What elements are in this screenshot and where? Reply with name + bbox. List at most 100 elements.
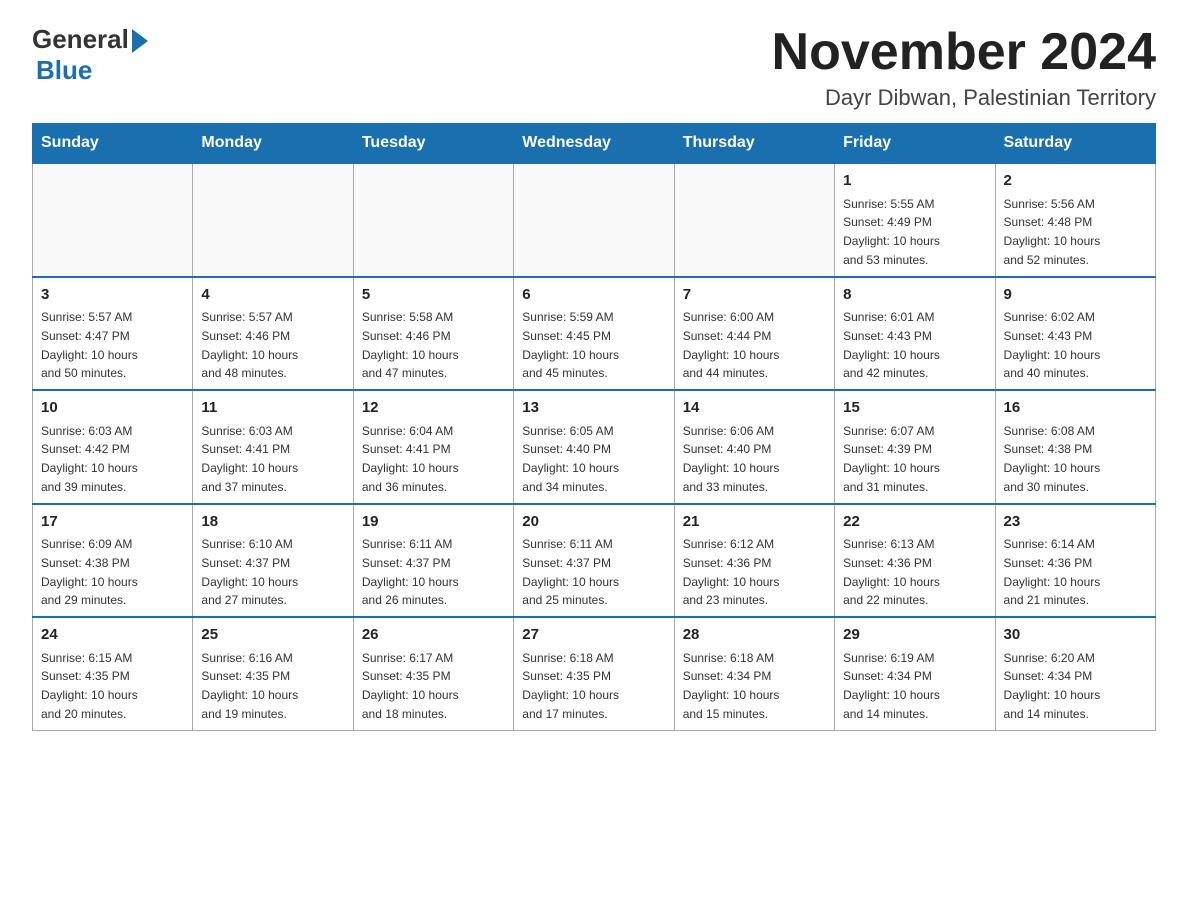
day-number: 17 [41, 511, 184, 534]
day-info: Sunrise: 6:14 AM Sunset: 4:36 PM Dayligh… [1004, 537, 1101, 607]
calendar-day-cell: 3 Sunrise: 5:57 AM Sunset: 4:47 PM Daylig… [33, 277, 193, 391]
title-block: November 2024 Dayr Dibwan, Palestinian T… [772, 24, 1156, 111]
page-subtitle: Dayr Dibwan, Palestinian Territory [772, 85, 1156, 111]
day-number: 10 [41, 397, 184, 420]
calendar-day-cell: 29 Sunrise: 6:19 AM Sunset: 4:34 PM Dayli… [835, 617, 995, 730]
day-number: 16 [1004, 397, 1147, 420]
day-number: 26 [362, 624, 505, 647]
day-info: Sunrise: 6:00 AM Sunset: 4:44 PM Dayligh… [683, 310, 780, 380]
calendar-day-cell: 15 Sunrise: 6:07 AM Sunset: 4:39 PM Dayli… [835, 390, 995, 504]
day-number: 23 [1004, 511, 1147, 534]
calendar-day-cell: 19 Sunrise: 6:11 AM Sunset: 4:37 PM Dayli… [353, 504, 513, 618]
day-number: 25 [201, 624, 344, 647]
calendar-day-cell [674, 163, 834, 277]
day-info: Sunrise: 6:03 AM Sunset: 4:41 PM Dayligh… [201, 424, 298, 494]
day-info: Sunrise: 5:58 AM Sunset: 4:46 PM Dayligh… [362, 310, 459, 380]
calendar-day-header: Tuesday [353, 124, 513, 164]
day-number: 13 [522, 397, 665, 420]
day-info: Sunrise: 5:55 AM Sunset: 4:49 PM Dayligh… [843, 197, 940, 267]
day-number: 18 [201, 511, 344, 534]
day-number: 28 [683, 624, 826, 647]
logo-blue-text: Blue [36, 55, 92, 86]
calendar-day-cell: 10Sunrise: 6:03 AM Sunset: 4:42 PM Dayli… [33, 390, 193, 504]
calendar-day-cell: 11 Sunrise: 6:03 AM Sunset: 4:41 PM Dayli… [193, 390, 353, 504]
day-info: Sunrise: 6:17 AM Sunset: 4:35 PM Dayligh… [362, 651, 459, 721]
logo-triangle-icon [132, 29, 148, 53]
calendar-day-cell [33, 163, 193, 277]
day-info: Sunrise: 6:15 AM Sunset: 4:35 PM Dayligh… [41, 651, 138, 721]
day-number: 4 [201, 284, 344, 307]
calendar-day-header: Wednesday [514, 124, 674, 164]
page-title: November 2024 [772, 24, 1156, 81]
calendar-day-cell: 13 Sunrise: 6:05 AM Sunset: 4:40 PM Dayli… [514, 390, 674, 504]
day-number: 1 [843, 170, 986, 193]
day-info: Sunrise: 5:57 AM Sunset: 4:47 PM Dayligh… [41, 310, 138, 380]
calendar-day-header: Friday [835, 124, 995, 164]
page-header: General Blue November 2024 Dayr Dibwan, … [32, 24, 1156, 111]
day-number: 21 [683, 511, 826, 534]
day-info: Sunrise: 5:59 AM Sunset: 4:45 PM Dayligh… [522, 310, 619, 380]
logo: General Blue [32, 24, 148, 86]
day-info: Sunrise: 6:04 AM Sunset: 4:41 PM Dayligh… [362, 424, 459, 494]
day-info: Sunrise: 6:08 AM Sunset: 4:38 PM Dayligh… [1004, 424, 1101, 494]
calendar-day-cell: 2Sunrise: 5:56 AM Sunset: 4:48 PM Daylig… [995, 163, 1155, 277]
calendar-day-cell: 1 Sunrise: 5:55 AM Sunset: 4:49 PM Daylig… [835, 163, 995, 277]
day-number: 2 [1004, 170, 1147, 193]
calendar-day-cell: 20 Sunrise: 6:11 AM Sunset: 4:37 PM Dayli… [514, 504, 674, 618]
day-number: 9 [1004, 284, 1147, 307]
calendar-day-cell: 4Sunrise: 5:57 AM Sunset: 4:46 PM Daylig… [193, 277, 353, 391]
calendar-day-cell: 5 Sunrise: 5:58 AM Sunset: 4:46 PM Daylig… [353, 277, 513, 391]
day-info: Sunrise: 6:11 AM Sunset: 4:37 PM Dayligh… [362, 537, 459, 607]
calendar-day-cell: 12 Sunrise: 6:04 AM Sunset: 4:41 PM Dayli… [353, 390, 513, 504]
day-info: Sunrise: 6:12 AM Sunset: 4:36 PM Dayligh… [683, 537, 780, 607]
calendar-week-row: 17 Sunrise: 6:09 AM Sunset: 4:38 PM Dayli… [33, 504, 1156, 618]
calendar-day-cell: 28 Sunrise: 6:18 AM Sunset: 4:34 PM Dayli… [674, 617, 834, 730]
day-info: Sunrise: 6:20 AM Sunset: 4:34 PM Dayligh… [1004, 651, 1101, 721]
day-number: 3 [41, 284, 184, 307]
day-info: Sunrise: 6:09 AM Sunset: 4:38 PM Dayligh… [41, 537, 138, 607]
calendar-day-cell: 6 Sunrise: 5:59 AM Sunset: 4:45 PM Daylig… [514, 277, 674, 391]
day-number: 27 [522, 624, 665, 647]
day-info: Sunrise: 6:18 AM Sunset: 4:34 PM Dayligh… [683, 651, 780, 721]
calendar-day-header: Thursday [674, 124, 834, 164]
day-number: 8 [843, 284, 986, 307]
day-number: 11 [201, 397, 344, 420]
calendar-day-cell: 9Sunrise: 6:02 AM Sunset: 4:43 PM Daylig… [995, 277, 1155, 391]
day-number: 20 [522, 511, 665, 534]
calendar-day-header: Monday [193, 124, 353, 164]
day-number: 12 [362, 397, 505, 420]
calendar-day-cell: 17 Sunrise: 6:09 AM Sunset: 4:38 PM Dayli… [33, 504, 193, 618]
calendar-day-cell: 26 Sunrise: 6:17 AM Sunset: 4:35 PM Dayli… [353, 617, 513, 730]
day-info: Sunrise: 6:10 AM Sunset: 4:37 PM Dayligh… [201, 537, 298, 607]
calendar-day-cell: 27 Sunrise: 6:18 AM Sunset: 4:35 PM Dayli… [514, 617, 674, 730]
day-info: Sunrise: 6:06 AM Sunset: 4:40 PM Dayligh… [683, 424, 780, 494]
calendar-day-cell: 23 Sunrise: 6:14 AM Sunset: 4:36 PM Dayli… [995, 504, 1155, 618]
day-info: Sunrise: 6:11 AM Sunset: 4:37 PM Dayligh… [522, 537, 619, 607]
day-info: Sunrise: 6:19 AM Sunset: 4:34 PM Dayligh… [843, 651, 940, 721]
calendar-day-cell: 14 Sunrise: 6:06 AM Sunset: 4:40 PM Dayli… [674, 390, 834, 504]
day-info: Sunrise: 6:18 AM Sunset: 4:35 PM Dayligh… [522, 651, 619, 721]
day-number: 14 [683, 397, 826, 420]
calendar-table: SundayMondayTuesdayWednesdayThursdayFrid… [32, 123, 1156, 731]
day-info: Sunrise: 6:01 AM Sunset: 4:43 PM Dayligh… [843, 310, 940, 380]
day-info: Sunrise: 6:07 AM Sunset: 4:39 PM Dayligh… [843, 424, 940, 494]
day-number: 19 [362, 511, 505, 534]
day-number: 29 [843, 624, 986, 647]
calendar-week-row: 10Sunrise: 6:03 AM Sunset: 4:42 PM Dayli… [33, 390, 1156, 504]
day-number: 30 [1004, 624, 1147, 647]
calendar-day-cell: 18 Sunrise: 6:10 AM Sunset: 4:37 PM Dayli… [193, 504, 353, 618]
calendar-day-cell [514, 163, 674, 277]
day-number: 5 [362, 284, 505, 307]
calendar-body: 1 Sunrise: 5:55 AM Sunset: 4:49 PM Daylig… [33, 163, 1156, 730]
calendar-day-cell: 16 Sunrise: 6:08 AM Sunset: 4:38 PM Dayli… [995, 390, 1155, 504]
day-number: 15 [843, 397, 986, 420]
calendar-day-cell: 24Sunrise: 6:15 AM Sunset: 4:35 PM Dayli… [33, 617, 193, 730]
calendar-day-cell: 7Sunrise: 6:00 AM Sunset: 4:44 PM Daylig… [674, 277, 834, 391]
calendar-header: SundayMondayTuesdayWednesdayThursdayFrid… [33, 124, 1156, 164]
calendar-day-cell: 21 Sunrise: 6:12 AM Sunset: 4:36 PM Dayli… [674, 504, 834, 618]
day-info: Sunrise: 6:05 AM Sunset: 4:40 PM Dayligh… [522, 424, 619, 494]
calendar-day-cell: 30 Sunrise: 6:20 AM Sunset: 4:34 PM Dayli… [995, 617, 1155, 730]
calendar-day-cell [193, 163, 353, 277]
day-number: 22 [843, 511, 986, 534]
day-number: 6 [522, 284, 665, 307]
